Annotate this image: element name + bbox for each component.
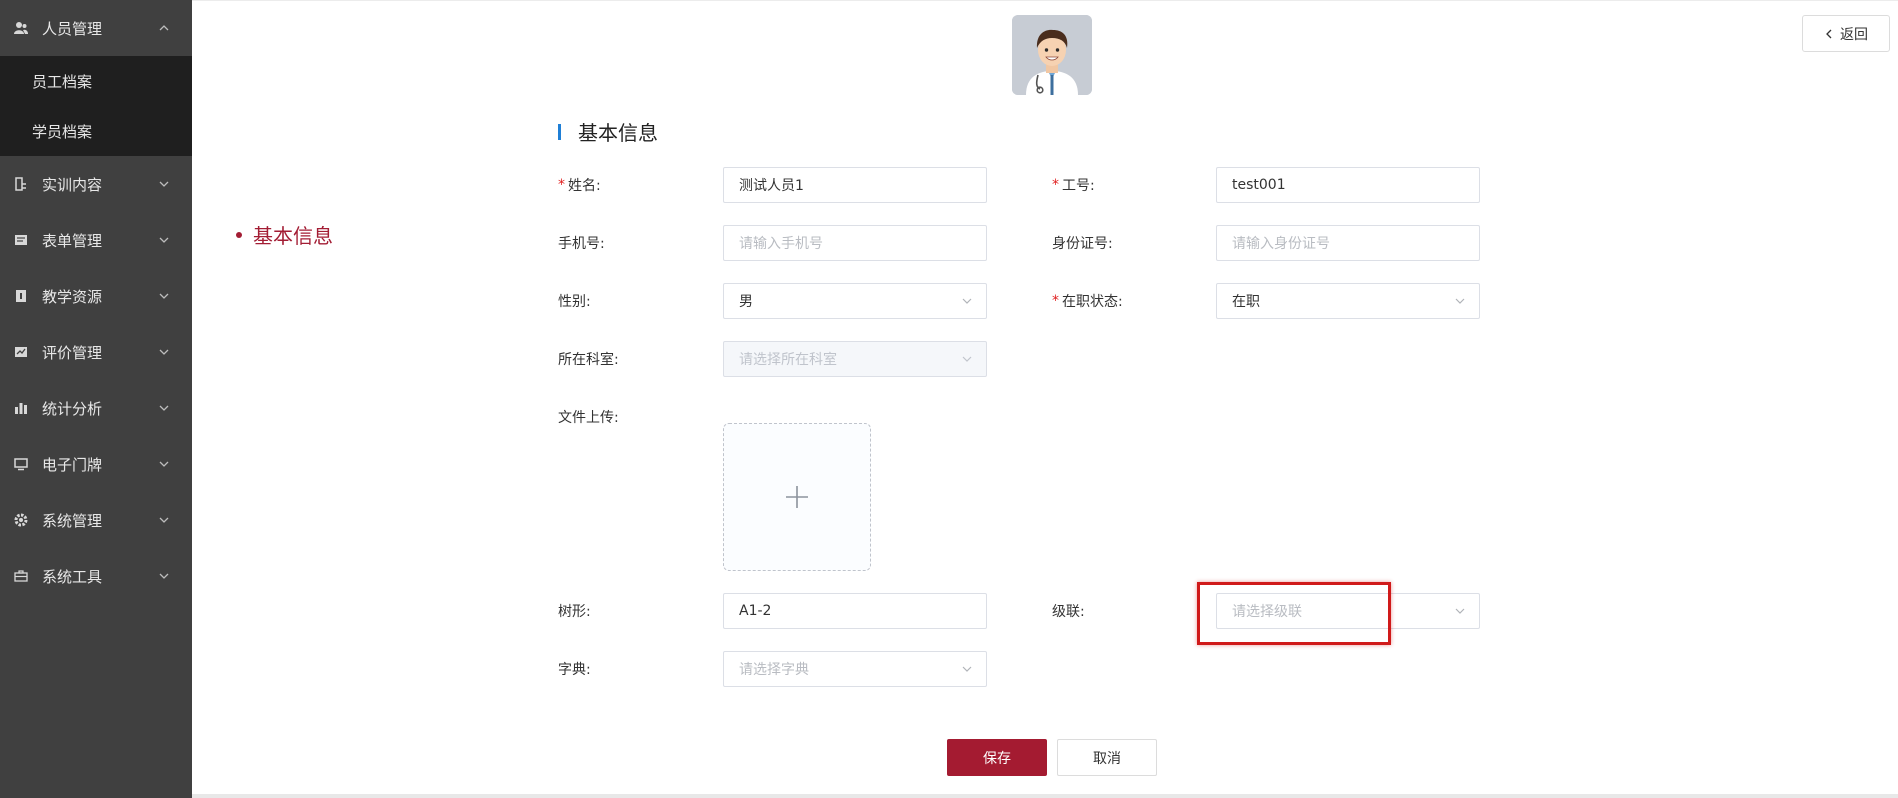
sidebar-item-system-tools[interactable]: 系统工具 xyxy=(0,548,192,604)
employment-status-label-text: 在职状态: xyxy=(1062,294,1123,310)
name-label: * 姓名: xyxy=(558,167,601,203)
gender-select[interactable]: 男 xyxy=(723,283,987,319)
content-icon xyxy=(14,177,28,191)
employee-id-label-text: 工号: xyxy=(1062,178,1095,194)
name-field[interactable]: 测试人员1 xyxy=(723,167,987,203)
chevron-down-icon xyxy=(1455,298,1465,304)
employment-status-value: 在职 xyxy=(1232,294,1260,310)
save-button[interactable]: 保存 xyxy=(947,739,1047,776)
section-title-text: 基本信息 xyxy=(578,121,658,145)
sidebar-subitem-student-archive[interactable]: 学员档案 xyxy=(0,106,192,156)
back-button-label: 返回 xyxy=(1840,26,1868,43)
dictionary-select[interactable]: 请选择字典 xyxy=(723,651,987,687)
sidebar-item-system-management[interactable]: 系统管理 xyxy=(0,492,192,548)
upload-label: 文件上传: xyxy=(558,410,619,426)
sidebar-item-statistics[interactable]: 统计分析 xyxy=(0,380,192,436)
required-mark: * xyxy=(1052,293,1059,309)
submenu-personnel: 员工档案 学员档案 xyxy=(0,56,192,156)
sidebar-item-teaching-resources[interactable]: 教学资源 xyxy=(0,268,192,324)
sidebar-item-label: 表单管理 xyxy=(42,231,103,250)
dictionary-label: 字典: xyxy=(558,662,591,678)
chevron-down-icon xyxy=(159,237,169,243)
dictionary-select-placeholder: 请选择字典 xyxy=(739,662,809,678)
tree-label: 树形: xyxy=(558,604,591,620)
chevron-down-icon xyxy=(159,461,169,467)
chevron-down-icon xyxy=(962,356,972,362)
cascade-select[interactable]: 请选择级联 xyxy=(1216,593,1480,629)
department-select: 请选择所在科室 xyxy=(723,341,987,377)
id-card-label: 身份证号: xyxy=(1052,236,1113,252)
chevron-left-icon xyxy=(1826,29,1832,38)
department-select-placeholder: 请选择所在科室 xyxy=(739,352,837,368)
section-title-bar xyxy=(558,123,561,140)
chevron-down-icon xyxy=(159,181,169,187)
required-mark: * xyxy=(1052,177,1059,193)
back-button[interactable]: 返回 xyxy=(1802,15,1890,52)
sidebar-item-e-doorplate[interactable]: 电子门牌 xyxy=(0,436,192,492)
required-mark: * xyxy=(558,177,565,193)
employment-status-select[interactable]: 在职 xyxy=(1216,283,1480,319)
bottom-divider xyxy=(192,794,1898,798)
sidebar-item-evaluation[interactable]: 评价管理 xyxy=(0,324,192,380)
employee-id-field[interactable]: test001 xyxy=(1216,167,1480,203)
gear-icon xyxy=(14,513,28,527)
resource-icon xyxy=(14,289,28,303)
sidebar-item-label: 人员管理 xyxy=(42,19,103,38)
employment-status-label: * 在职状态: xyxy=(1052,283,1123,319)
sidebar: 人员管理 员工档案 学员档案 实训内容 表单管理 教学资源 评价管理 统计分析 … xyxy=(0,0,192,798)
phone-label: 手机号: xyxy=(558,236,605,252)
cascade-label: 级联: xyxy=(1052,604,1085,620)
file-upload-area[interactable] xyxy=(723,423,871,571)
chevron-down-icon xyxy=(159,517,169,523)
form-icon xyxy=(14,233,28,247)
monitor-icon xyxy=(14,457,28,471)
chevron-down-icon xyxy=(159,293,169,299)
chart-icon xyxy=(14,401,28,415)
sidebar-item-label: 系统工具 xyxy=(42,567,103,586)
name-label-text: 姓名: xyxy=(568,178,601,194)
id-card-field[interactable]: 请输入身份证号 xyxy=(1216,225,1480,261)
gender-select-value: 男 xyxy=(739,294,753,310)
chevron-down-icon xyxy=(962,298,972,304)
sidebar-item-label: 实训内容 xyxy=(42,175,103,194)
chevron-down-icon xyxy=(159,405,169,411)
sidebar-item-label: 系统管理 xyxy=(42,511,103,530)
anchor-dot xyxy=(236,231,242,238)
main-content xyxy=(192,0,1898,794)
cascade-select-placeholder: 请选择级联 xyxy=(1232,604,1302,620)
department-label: 所在科室: xyxy=(558,352,619,368)
sidebar-item-form-management[interactable]: 表单管理 xyxy=(0,212,192,268)
cancel-button[interactable]: 取消 xyxy=(1057,739,1157,776)
doctor-avatar-icon xyxy=(1012,15,1092,95)
sidebar-subitem-staff-archive[interactable]: 员工档案 xyxy=(0,56,192,106)
employee-id-label: * 工号: xyxy=(1052,167,1095,203)
tree-select[interactable]: A1-2 xyxy=(723,593,987,629)
sidebar-item-label: 电子门牌 xyxy=(42,455,103,474)
gender-label: 性别: xyxy=(558,294,591,310)
evaluation-icon xyxy=(14,345,28,359)
sidebar-item-label: 教学资源 xyxy=(42,287,103,306)
section-title: 基本信息 xyxy=(558,117,658,146)
anchor-nav-basic-info[interactable]: 基本信息 xyxy=(236,220,333,249)
sidebar-item-personnel[interactable]: 人员管理 xyxy=(0,0,192,56)
sidebar-item-training-content[interactable]: 实训内容 xyxy=(0,156,192,212)
chevron-down-icon xyxy=(159,349,169,355)
phone-field[interactable]: 请输入手机号 xyxy=(723,225,987,261)
plus-icon xyxy=(786,486,808,508)
people-icon xyxy=(14,21,28,35)
chevron-down-icon xyxy=(159,573,169,579)
chevron-down-icon xyxy=(1455,608,1465,614)
anchor-nav-label: 基本信息 xyxy=(253,224,333,248)
sidebar-item-label: 评价管理 xyxy=(42,343,103,362)
toolbox-icon xyxy=(14,569,28,583)
avatar[interactable] xyxy=(1012,15,1092,95)
chevron-down-icon xyxy=(962,666,972,672)
sidebar-item-label: 统计分析 xyxy=(42,399,103,418)
chevron-up-icon xyxy=(159,25,169,31)
